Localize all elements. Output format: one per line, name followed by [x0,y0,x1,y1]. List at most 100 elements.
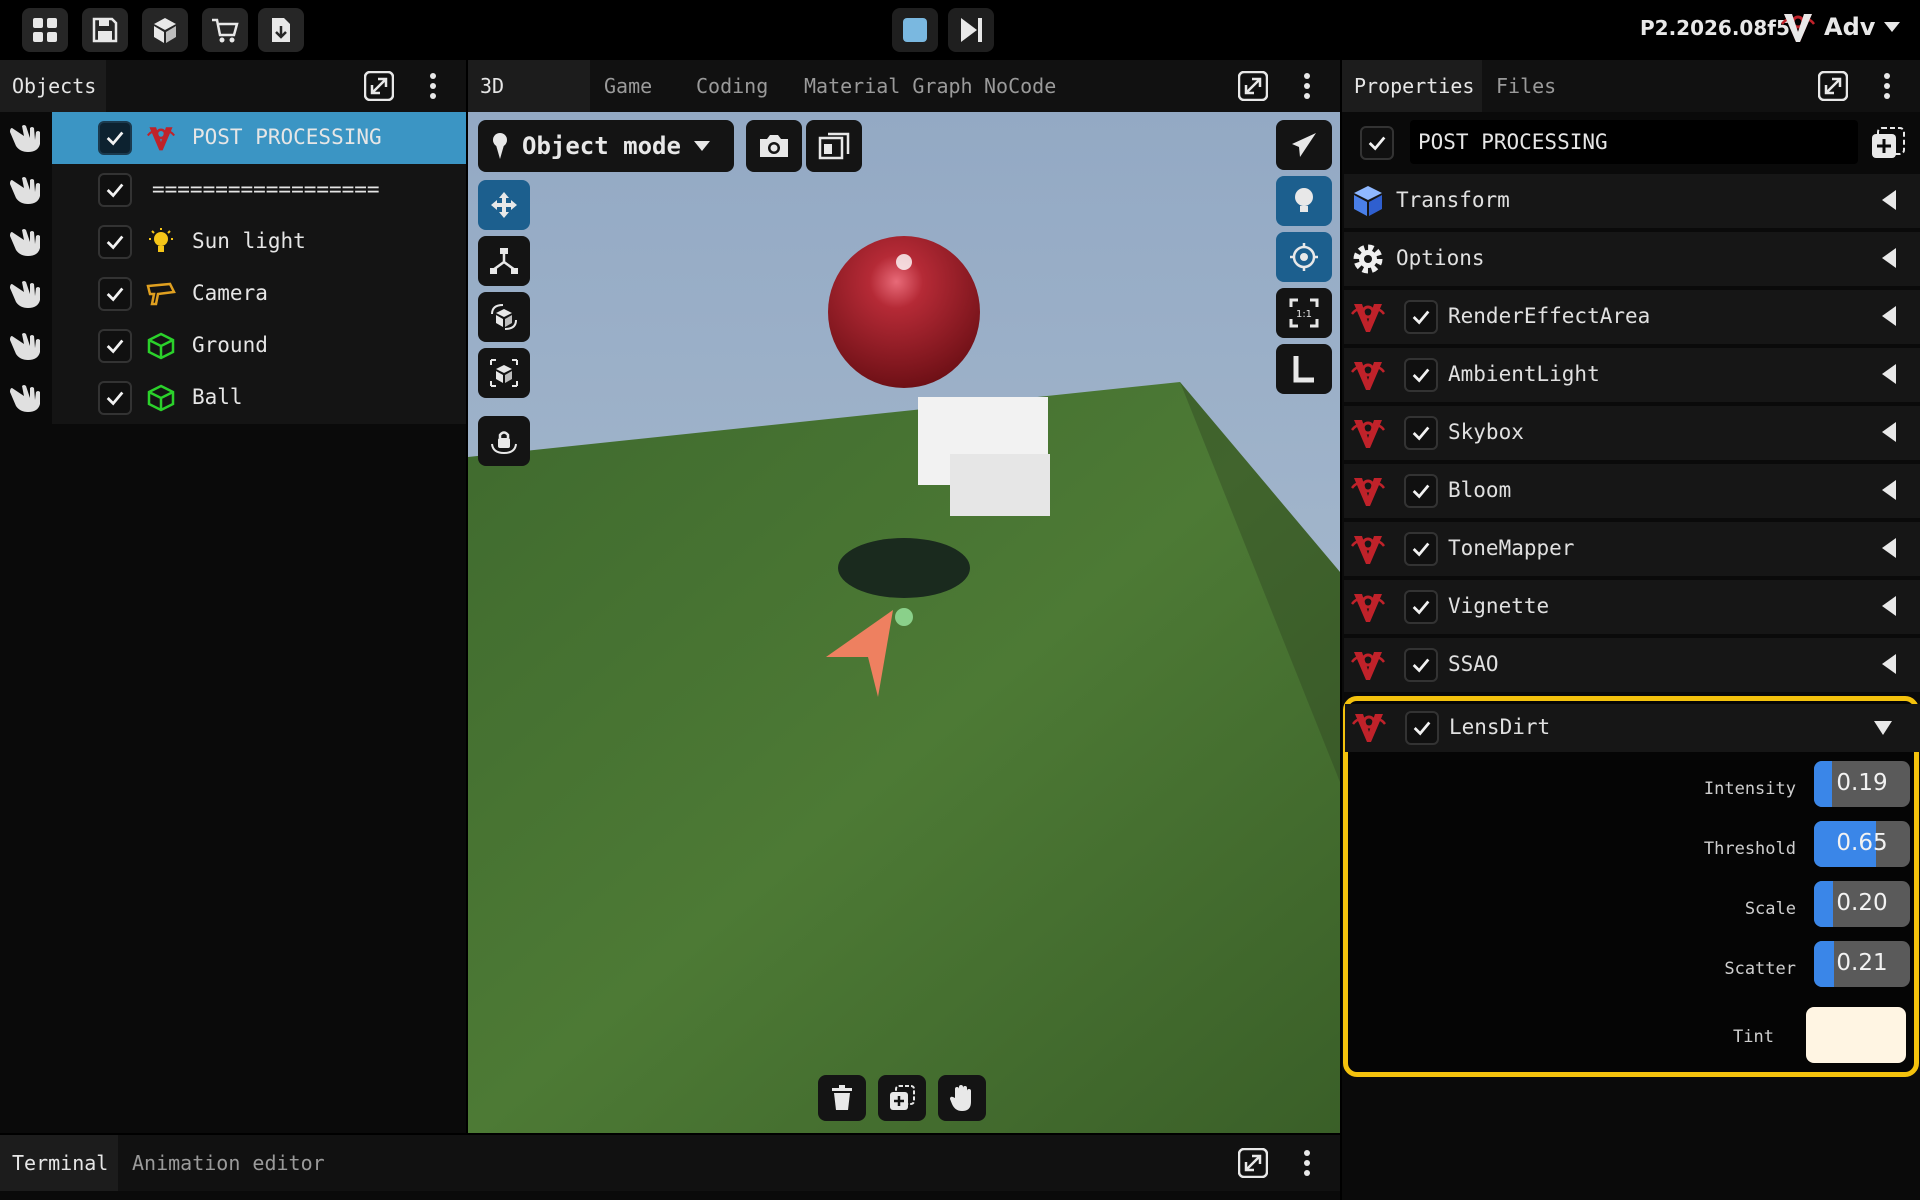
component-checkbox[interactable] [1404,532,1438,566]
more-vertical-icon[interactable] [416,69,450,103]
lighting-toggle-button[interactable] [1276,176,1332,226]
cart-icon[interactable] [202,8,248,52]
select-tool-button[interactable] [1276,120,1332,170]
3d-viewport[interactable]: Object mode 1:1 [468,112,1340,1133]
collapse-arrow-icon[interactable] [1882,306,1896,326]
visibility-checkbox[interactable] [98,381,132,415]
collapse-arrow-icon[interactable] [1882,248,1896,268]
component-ssao[interactable]: SSAO [1344,638,1920,692]
tab-coding[interactable]: Coding [684,60,780,112]
tab-objects[interactable]: Objects [0,60,106,112]
download-icon[interactable] [258,8,304,52]
view-toggle-button[interactable] [806,120,862,172]
tab-nocode[interactable]: NoCode [972,60,1068,112]
frame-button[interactable]: 1:1 [1276,288,1332,338]
cube-icon[interactable] [142,8,188,52]
visibility-checkbox[interactable] [98,225,132,259]
component-checkbox[interactable] [1404,648,1438,682]
tint-color-swatch[interactable] [1806,1007,1906,1063]
object-row-separator[interactable]: ================== [0,164,466,216]
hand-icon[interactable] [8,278,44,310]
lens-dirt-header[interactable]: LensDirt [1345,704,1920,752]
collapse-arrow-icon[interactable] [1882,364,1896,384]
focus-target-button[interactable] [1276,232,1332,282]
component-checkbox[interactable] [1404,358,1438,392]
object-row-camera[interactable]: Camera [0,268,466,320]
camera-snapshot-button[interactable] [746,120,802,172]
profile-menu[interactable]: Adv [1780,10,1901,44]
scale-tool-button[interactable] [478,348,530,398]
component-checkbox[interactable] [1404,300,1438,334]
threshold-slider[interactable]: 0.65 [1814,821,1910,867]
component-skybox[interactable]: Skybox [1344,406,1920,460]
section-transform[interactable]: Transform [1344,174,1920,228]
visibility-checkbox[interactable] [98,173,132,207]
collapse-arrow-icon[interactable] [1882,654,1896,674]
post-processing-icon [1350,648,1386,682]
component-checkbox[interactable] [1404,474,1438,508]
tab-properties[interactable]: Properties [1342,60,1482,112]
component-checkbox[interactable] [1404,590,1438,624]
component-checkbox[interactable] [1404,416,1438,450]
hand-icon[interactable] [8,226,44,258]
camera-icon [760,135,788,157]
expand-icon[interactable] [1816,69,1850,103]
duplicate-button[interactable] [878,1075,926,1121]
save-icon[interactable] [82,8,128,52]
collapse-arrow-icon[interactable] [1882,538,1896,558]
more-vertical-icon[interactable] [1870,69,1904,103]
tab-files[interactable]: Files [1484,60,1568,112]
hand-icon[interactable] [8,174,44,206]
enabled-checkbox[interactable] [1360,126,1394,160]
object-row-ball[interactable]: Ball [0,372,466,424]
more-vertical-icon[interactable] [1290,1146,1324,1180]
more-vertical-icon[interactable] [1290,69,1324,103]
component-bloom[interactable]: Bloom [1344,464,1920,518]
grid-icon[interactable] [22,8,68,52]
object-row-post-processing[interactable]: POST PROCESSING [0,112,466,164]
tab-animation-editor[interactable]: Animation editor [120,1135,337,1191]
expanded-arrow-icon[interactable] [1873,720,1893,736]
object-row-ground[interactable]: Ground [0,320,466,372]
tab-3d-editor[interactable]: 3D Editor [468,60,590,150]
component-ambient-light[interactable]: AmbientLight [1344,348,1920,402]
expand-icon[interactable] [362,69,396,103]
object-row-sun-light[interactable]: Sun light [0,216,466,268]
scale-slider[interactable]: 0.20 [1814,881,1910,927]
tab-terminal[interactable]: Terminal [0,1135,118,1191]
rotate-tool-button[interactable] [478,292,530,342]
hand-icon[interactable] [8,382,44,414]
collapse-arrow-icon[interactable] [1882,480,1896,500]
collapse-arrow-icon[interactable] [1882,596,1896,616]
collapse-arrow-icon[interactable] [1882,190,1896,210]
pan-button[interactable] [938,1075,986,1121]
component-render-effect-area[interactable]: RenderEffectArea [1344,290,1920,344]
scene-render[interactable] [468,112,1340,1133]
scatter-slider[interactable]: 0.21 [1814,941,1910,987]
lock-rotate-button[interactable] [478,416,530,466]
add-component-icon[interactable] [1870,126,1906,162]
tab-game[interactable]: Game [592,60,664,112]
stop-button[interactable] [892,8,938,52]
component-checkbox[interactable] [1405,711,1439,745]
local-space-button[interactable] [1276,344,1332,394]
expand-icon[interactable] [1236,69,1270,103]
component-tone-mapper[interactable]: ToneMapper [1344,522,1920,576]
axis-tool-button[interactable] [478,236,530,286]
visibility-checkbox[interactable] [98,121,132,155]
intensity-slider[interactable]: 0.19 [1814,761,1910,807]
collapse-arrow-icon[interactable] [1882,422,1896,442]
delete-button[interactable] [818,1075,866,1121]
visibility-checkbox[interactable] [98,277,132,311]
move-tool-button[interactable] [478,180,530,230]
object-mode-dropdown[interactable]: Object mode [478,120,734,172]
component-vignette[interactable]: Vignette [1344,580,1920,634]
section-options[interactable]: Options [1344,232,1920,286]
expand-icon[interactable] [1236,1146,1270,1180]
visibility-checkbox[interactable] [98,329,132,363]
hand-icon[interactable] [8,330,44,362]
object-name-input[interactable]: POST PROCESSING [1410,120,1858,164]
tab-material-graph[interactable]: Material Graph [792,60,985,112]
step-forward-button[interactable] [948,8,994,52]
hand-icon[interactable] [8,122,44,154]
